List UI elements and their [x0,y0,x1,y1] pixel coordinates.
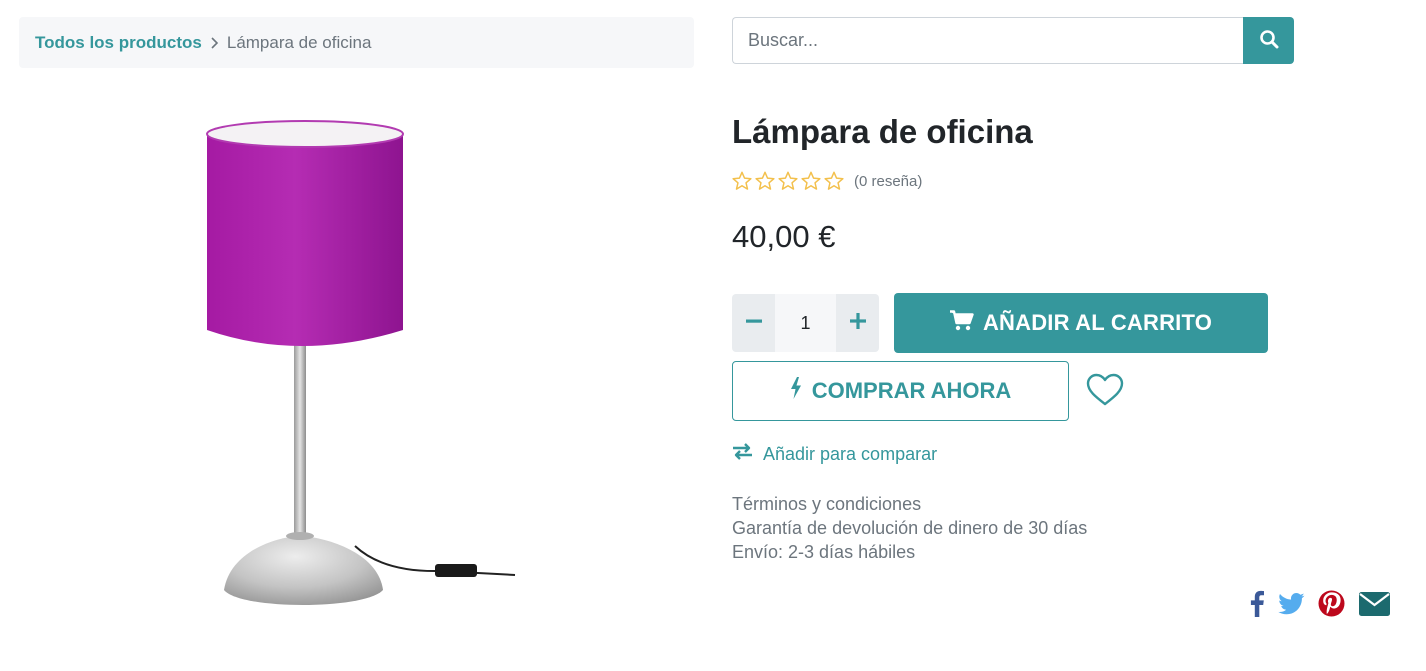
search-input[interactable] [732,17,1243,64]
plus-icon [849,312,866,334]
add-to-cart-label: AÑADIR AL CARRITO [982,310,1213,335]
buy-now-button[interactable]: COMPRAR AHORA [732,361,1069,421]
rating-stars [731,170,845,192]
star-outline-icon[interactable] [777,170,799,192]
bolt-icon [790,377,812,405]
search-button[interactable] [1243,17,1294,64]
buy-now-label: COMPRAR AHORA [811,378,1012,403]
breadcrumb-current: Lámpara de oficina [226,32,372,52]
quantity-stepper: 1 [732,294,879,352]
product-price: 40,00 € [732,219,836,254]
breadcrumb-link-all-products[interactable]: Todos los productos [35,33,202,53]
info-line-terms: Términos y condiciones [732,494,922,514]
chevron-right-icon [210,36,220,50]
quantity-input[interactable]: 1 [775,294,836,352]
product-title: Lámpara de oficina [732,113,1033,150]
add-to-cart-button[interactable]: AÑADIR AL CARRITO [894,293,1268,353]
facebook-icon[interactable] [1250,590,1264,617]
star-outline-icon[interactable] [731,170,753,192]
product-rating: (0 reseña) [731,170,922,192]
search-bar [732,17,1294,64]
product-image[interactable] [190,112,530,622]
minus-icon [745,313,762,334]
twitter-icon[interactable] [1278,592,1305,615]
review-count[interactable]: (0 reseña) [854,173,922,190]
email-icon[interactable] [1359,591,1390,616]
quantity-increase-button[interactable] [836,294,879,352]
info-line-guarantee: Garantía de devolución de dinero de 30 d… [732,518,1088,538]
breadcrumb: Todos los productos Lámpara de oficina [19,17,694,68]
compare-link[interactable]: Añadir para comparar [732,443,937,465]
star-outline-icon[interactable] [754,170,776,192]
lamp-image [206,120,516,605]
star-outline-icon[interactable] [823,170,845,192]
product-info: Términos y condiciones Garantía de devol… [732,492,1087,564]
info-line-shipping: Envío: 2-3 días hábiles [732,542,916,562]
pinterest-icon[interactable] [1318,590,1345,617]
wishlist-button[interactable] [1086,373,1124,409]
compare-label: Añadir para comparar [763,443,938,464]
cart-icon [949,309,983,337]
star-outline-icon[interactable] [800,170,822,192]
heart-icon [1086,373,1124,411]
share-links [1250,590,1390,617]
exchange-icon [732,443,763,465]
search-icon [1259,29,1279,52]
quantity-decrease-button[interactable] [732,294,775,352]
